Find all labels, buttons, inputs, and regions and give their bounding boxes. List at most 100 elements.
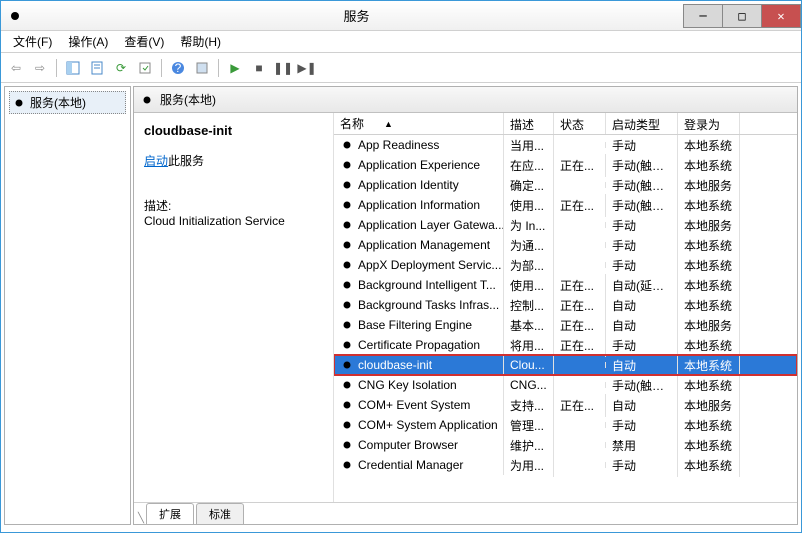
gear-icon bbox=[340, 198, 354, 212]
column-name[interactable]: 名称▲ bbox=[334, 113, 504, 134]
column-description[interactable]: 描述 bbox=[504, 113, 554, 134]
properties-button[interactable] bbox=[86, 57, 108, 79]
gear-icon bbox=[340, 358, 354, 372]
svg-text:?: ? bbox=[175, 61, 182, 75]
service-name: Computer Browser bbox=[358, 438, 458, 452]
service-logon: 本地系统 bbox=[678, 454, 740, 477]
service-row[interactable]: Credential Manager 为用... 手动本地系统 bbox=[334, 455, 797, 475]
service-row[interactable]: Application Management为通...手动本地系统 bbox=[334, 235, 797, 255]
tab-extended[interactable]: 扩展 bbox=[146, 503, 194, 524]
tree-node-label: 服务(本地) bbox=[30, 94, 86, 111]
service-status bbox=[554, 142, 606, 148]
service-desc: 为用... bbox=[504, 454, 554, 477]
menu-help[interactable]: 帮助(H) bbox=[172, 31, 229, 52]
sort-asc-icon: ▲ bbox=[384, 119, 393, 129]
gear-icon bbox=[340, 278, 354, 292]
menu-file[interactable]: 文件(F) bbox=[5, 31, 60, 52]
console-tree[interactable]: 服务(本地) bbox=[4, 86, 131, 525]
service-row[interactable]: Base Filtering Engine基本...正在...自动本地服务 bbox=[334, 315, 797, 335]
column-status[interactable]: 状态 bbox=[554, 113, 606, 134]
service-row[interactable]: CNG Key IsolationCNG...手动(触发...本地系统 bbox=[334, 375, 797, 395]
gear-icon bbox=[340, 178, 354, 192]
service-row[interactable]: Application Information使用...正在...手动(触发..… bbox=[334, 195, 797, 215]
maximize-button[interactable]: □ bbox=[722, 4, 762, 28]
show-hide-button[interactable] bbox=[62, 57, 84, 79]
refresh-button[interactable]: ⟳ bbox=[110, 57, 132, 79]
service-name: AppX Deployment Servic... bbox=[358, 258, 501, 272]
start-service-button[interactable]: ▶ bbox=[224, 57, 246, 79]
restart-service-button[interactable]: ▶❚ bbox=[296, 57, 318, 79]
description-label: 描述: bbox=[144, 197, 323, 214]
stop-service-button[interactable]: ■ bbox=[248, 57, 270, 79]
service-name: Application Information bbox=[358, 198, 480, 212]
service-name: COM+ System Application bbox=[358, 418, 498, 432]
service-name: Background Tasks Infras... bbox=[358, 298, 499, 312]
service-row[interactable]: Application Experience在应...正在...手动(触发...… bbox=[334, 155, 797, 175]
column-logon[interactable]: 登录为 bbox=[678, 113, 740, 134]
description-text: Cloud Initialization Service bbox=[144, 214, 323, 228]
menu-view[interactable]: 查看(V) bbox=[116, 31, 172, 52]
service-list[interactable]: App Readiness当用...手动本地系统Application Expe… bbox=[334, 135, 797, 502]
pause-service-button[interactable]: ❚❚ bbox=[272, 57, 294, 79]
close-button[interactable]: ✕ bbox=[761, 4, 801, 28]
gear-icon bbox=[340, 258, 354, 272]
service-row[interactable]: Background Tasks Infras...控制...正在...自动本地… bbox=[334, 295, 797, 315]
export-button[interactable] bbox=[134, 57, 156, 79]
gear-icon bbox=[340, 138, 354, 152]
service-status bbox=[554, 382, 606, 388]
service-startup: 手动 bbox=[606, 454, 678, 477]
gear-icon bbox=[140, 93, 154, 107]
service-name: cloudbase-init bbox=[358, 358, 432, 372]
service-name: Base Filtering Engine bbox=[358, 318, 472, 332]
gear-icon bbox=[340, 438, 354, 452]
service-status bbox=[554, 262, 606, 268]
service-status bbox=[554, 362, 606, 368]
back-button[interactable]: ⇦ bbox=[5, 57, 27, 79]
service-row[interactable]: cloudbase-initClou...自动本地系统 bbox=[334, 355, 797, 375]
start-suffix: 此服务 bbox=[168, 154, 204, 168]
service-row[interactable]: AppX Deployment Servic...为部...手动本地系统 bbox=[334, 255, 797, 275]
gear-icon bbox=[12, 96, 26, 110]
gear-icon bbox=[340, 298, 354, 312]
menu-action[interactable]: 操作(A) bbox=[60, 31, 116, 52]
help-button[interactable]: ? bbox=[167, 57, 189, 79]
service-desc: CNG... bbox=[504, 375, 554, 395]
service-name: Certificate Propagation bbox=[358, 338, 480, 352]
service-row[interactable]: Application Identity确定...手动(触发...本地服务 bbox=[334, 175, 797, 195]
service-name: COM+ Event System bbox=[358, 398, 470, 412]
service-status: 正在... bbox=[554, 194, 606, 217]
gear-icon bbox=[340, 418, 354, 432]
service-row[interactable]: Background Intelligent T...使用...正在...自动(… bbox=[334, 275, 797, 295]
panel-title: 服务(本地) bbox=[160, 91, 216, 108]
toolbar-extra-button[interactable] bbox=[191, 57, 213, 79]
gear-icon bbox=[340, 158, 354, 172]
start-service-link[interactable]: 启动 bbox=[144, 154, 168, 168]
service-status bbox=[554, 462, 606, 468]
list-header: 名称▲ 描述 状态 启动类型 登录为 bbox=[334, 113, 797, 135]
minimize-button[interactable]: ─ bbox=[683, 4, 723, 28]
service-status bbox=[554, 422, 606, 428]
gear-icon bbox=[340, 318, 354, 332]
service-row[interactable]: COM+ Event System支持...正在...自动本地服务 bbox=[334, 395, 797, 415]
tab-standard[interactable]: 标准 bbox=[196, 503, 244, 524]
detail-service-name: cloudbase-init bbox=[144, 123, 323, 138]
service-status: 正在... bbox=[554, 394, 606, 417]
service-desc: 将用... bbox=[504, 334, 554, 357]
service-status: 正在... bbox=[554, 154, 606, 177]
service-name: App Readiness bbox=[358, 138, 439, 152]
service-row[interactable]: Application Layer Gatewa...为 In...手动本地服务 bbox=[334, 215, 797, 235]
service-row[interactable]: Certificate Propagation将用...正在...手动本地系统 bbox=[334, 335, 797, 355]
gear-icon bbox=[340, 378, 354, 392]
service-name: Application Experience bbox=[358, 158, 480, 172]
column-startup[interactable]: 启动类型 bbox=[606, 113, 678, 134]
separator bbox=[218, 59, 219, 77]
service-row[interactable]: Computer Browser维护...禁用本地系统 bbox=[334, 435, 797, 455]
service-name: Credential Manager bbox=[358, 458, 463, 472]
tree-node-services-local[interactable]: 服务(本地) bbox=[9, 91, 126, 114]
service-row[interactable]: COM+ System Application管理...手动本地系统 bbox=[334, 415, 797, 435]
gear-icon bbox=[340, 338, 354, 352]
separator bbox=[161, 59, 162, 77]
service-row[interactable]: App Readiness当用...手动本地系统 bbox=[334, 135, 797, 155]
forward-button[interactable]: ⇨ bbox=[29, 57, 51, 79]
service-name: Application Management bbox=[358, 238, 490, 252]
